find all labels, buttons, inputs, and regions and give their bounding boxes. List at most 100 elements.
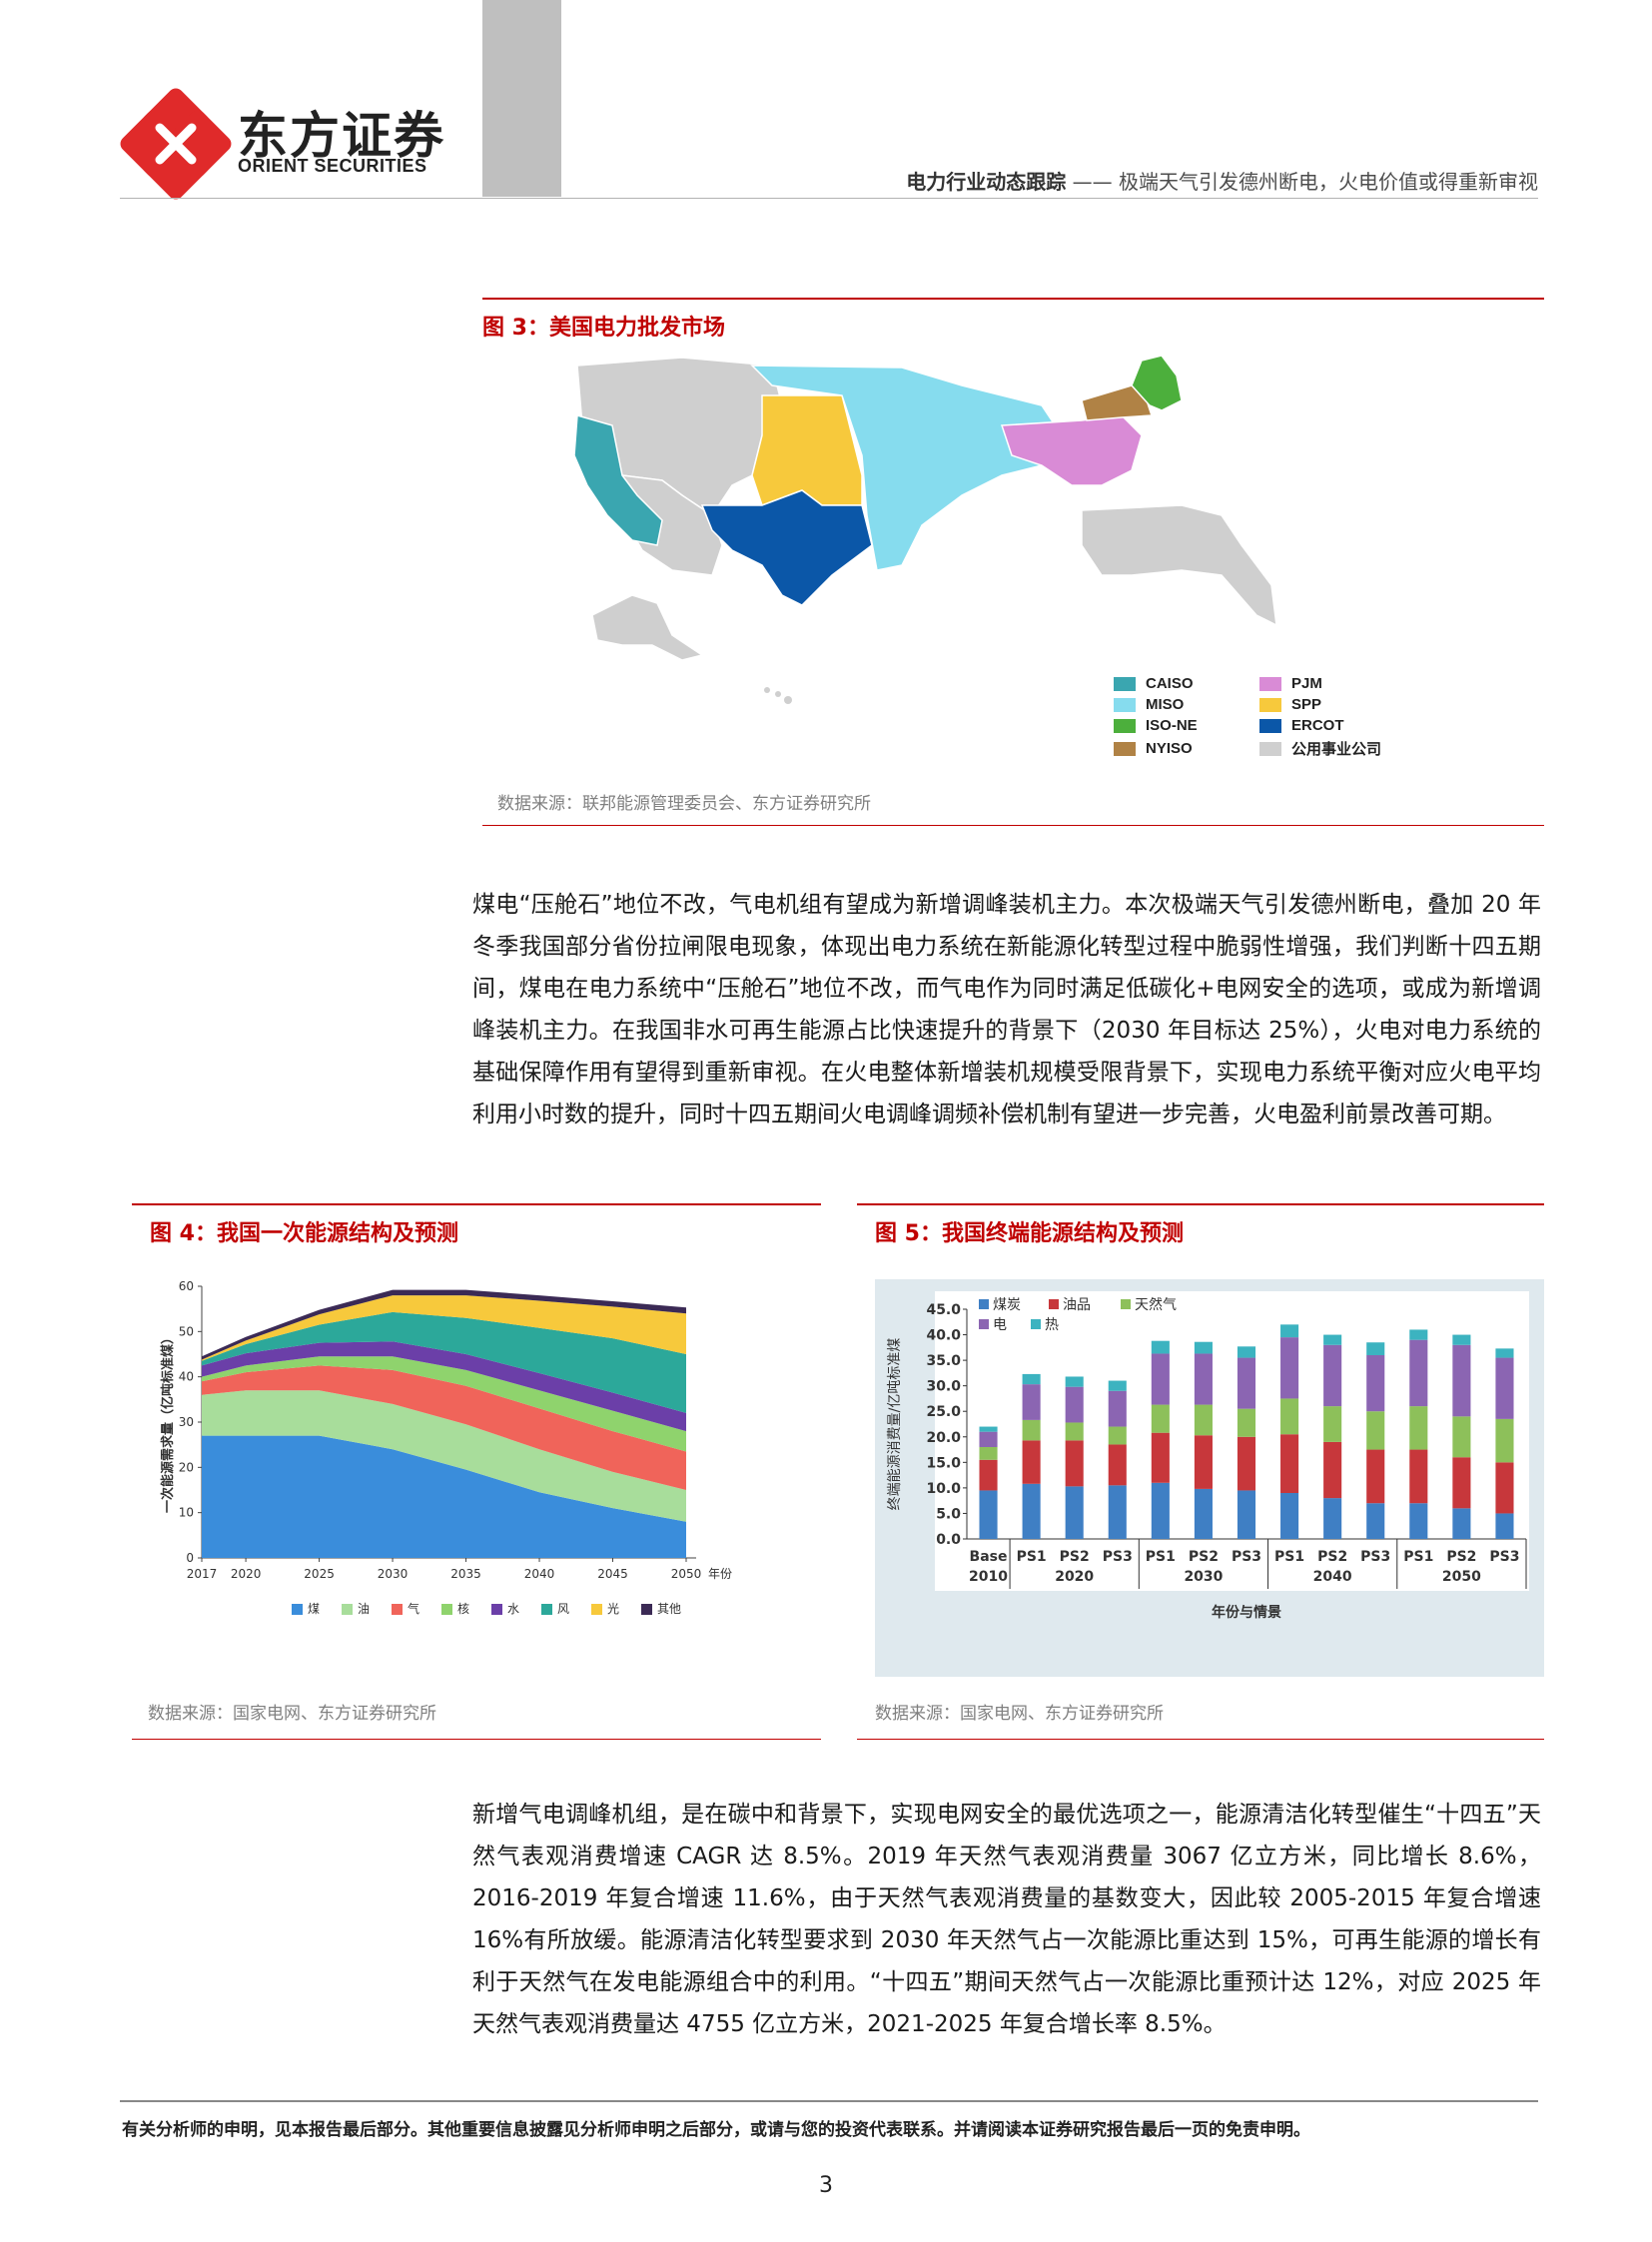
map-region-hawaii-3 <box>784 696 792 704</box>
bar-segment-1 <box>1237 1490 1256 1539</box>
bar-segment-1 <box>1495 1513 1514 1539</box>
figure-4-top-rule <box>132 1203 821 1205</box>
legend-label-2: 油品 <box>1063 1297 1091 1313</box>
x-tick-label: 2045 <box>597 1567 628 1581</box>
legend-label-1: 煤 <box>308 1602 320 1616</box>
bar-segment-5 <box>1452 1334 1471 1345</box>
bar-segment-5 <box>1065 1376 1084 1387</box>
bar-segment-5 <box>1022 1373 1041 1385</box>
bar-segment-4 <box>1409 1339 1428 1407</box>
figure-4-source: 数据来源：国家电网、东方证券研究所 <box>148 1704 436 1724</box>
y-tick-label: 0.0 <box>936 1532 961 1548</box>
y-tick-label: 30.0 <box>926 1379 961 1395</box>
footer-divider <box>120 2100 1538 2102</box>
bar-segment-3 <box>979 1447 998 1460</box>
bar-segment-1 <box>1323 1498 1342 1539</box>
category-label: PS3 <box>1360 1549 1390 1565</box>
bar-segment-2 <box>1194 1435 1213 1489</box>
legend-swatch-ercot <box>1259 718 1281 733</box>
figure-3-source: 数据来源：联邦能源管理委员会、东方证券研究所 <box>497 794 871 814</box>
category-label: PS3 <box>1489 1549 1519 1565</box>
figure-5-bottom-rule <box>857 1739 1544 1740</box>
legend-swatch-3 <box>1121 1299 1131 1309</box>
legend-swatch-iso-ne <box>1114 718 1136 733</box>
legend-label-3: 气 <box>408 1601 419 1616</box>
y-tick-label: 20 <box>179 1460 194 1474</box>
bar-segment-3 <box>1452 1416 1471 1458</box>
x-tick-label: 2030 <box>378 1567 409 1581</box>
bar-segment-4 <box>1022 1384 1041 1420</box>
figure-3-top-rule <box>482 298 1544 300</box>
category-label: PS3 <box>1103 1549 1133 1565</box>
bar-segment-2 <box>1452 1457 1471 1509</box>
bar-segment-4 <box>1495 1357 1514 1419</box>
bar-segment-2 <box>1151 1432 1170 1483</box>
figure-5-source: 数据来源：国家电网、东方证券研究所 <box>875 1704 1164 1724</box>
legend-item-iso-ne: ISO-NE <box>1114 717 1243 734</box>
y-tick-label: 60 <box>179 1279 194 1293</box>
map-region-pjm <box>1000 414 1143 486</box>
group-label: 2030 <box>1184 1569 1223 1585</box>
bar-segment-4 <box>1366 1355 1385 1412</box>
y-tick-label: 0 <box>186 1551 194 1565</box>
bar-segment-3 <box>1108 1426 1127 1445</box>
page-number: 3 <box>819 2173 833 2198</box>
legend-swatch-caiso <box>1114 676 1136 691</box>
x-axis-label: 年份与情景 <box>1212 1604 1281 1621</box>
legend-label-8: 其他 <box>657 1602 681 1616</box>
legend-item-caiso: CAISO <box>1114 675 1243 692</box>
body-paragraph-2: 新增气电调峰机组，是在碳中和背景下，实现电网安全的最优选项之一，能源清洁化转型催… <box>472 1802 1541 2037</box>
map-region-utilities-southeast <box>1081 504 1277 627</box>
bar-segment-3 <box>1194 1404 1213 1436</box>
bar-segment-4 <box>1280 1337 1299 1399</box>
bar-segment-1 <box>1194 1488 1213 1539</box>
bar-segment-5 <box>1237 1346 1256 1358</box>
x-tick-label: 2025 <box>304 1567 335 1581</box>
y-axis-label: 终端能源消费量/亿吨标准煤 <box>887 1338 903 1511</box>
figure-4-bottom-rule <box>132 1739 821 1740</box>
final-energy-bar-chart: 0.0 5.0 10.0 15.0 20.0 25.0 30.0 35.0 40.0 45.0 终端… <box>875 1279 1544 1677</box>
category-label: PS2 <box>1317 1549 1347 1565</box>
legend-swatch-2 <box>1049 1299 1059 1309</box>
map-region-hawaii-1 <box>764 687 770 693</box>
figure-5-title: 图 5：我国终端能源结构及预测 <box>875 1221 1184 1246</box>
map-region-spp <box>751 394 863 506</box>
x-tick-label: 2035 <box>450 1567 481 1581</box>
legend-swatch-2 <box>342 1604 353 1615</box>
y-tick-label: 40.0 <box>926 1328 961 1344</box>
category-label: PS1 <box>1274 1549 1304 1565</box>
y-tick-label: 25.0 <box>926 1404 961 1420</box>
header-divider <box>120 198 1538 199</box>
bar-segment-1 <box>1022 1483 1041 1539</box>
bar-segment-1 <box>1452 1508 1471 1539</box>
legend-label-6: 风 <box>557 1602 569 1616</box>
bar-segment-2 <box>1280 1434 1299 1493</box>
figure-3-bottom-rule <box>482 825 1544 826</box>
legend-item-pjm: PJM <box>1259 675 1389 692</box>
legend-label-5: 水 <box>507 1602 519 1616</box>
bar-segment-4 <box>1065 1386 1084 1423</box>
category-label: PS2 <box>1446 1549 1476 1565</box>
map-legend: CAISO PJM MISO SPP ISO-NE ERCOT NYISO 公用… <box>1114 675 1413 759</box>
legend-swatch-1 <box>292 1604 303 1615</box>
bar-segment-3 <box>1151 1404 1170 1433</box>
x-tick-label: 2050 <box>671 1567 702 1581</box>
legend-swatch-spp <box>1259 697 1281 712</box>
bar-segment-3 <box>1366 1411 1385 1450</box>
y-tick-label: 40 <box>179 1370 194 1384</box>
legend-swatch-7 <box>591 1604 602 1615</box>
legend-label-1: 煤炭 <box>993 1297 1021 1313</box>
legend-swatch-nyiso <box>1114 741 1136 756</box>
bar-segment-5 <box>1108 1380 1127 1391</box>
bar-segment-2 <box>1237 1436 1256 1491</box>
bar-segment-4 <box>1323 1344 1342 1407</box>
figure-4-title: 图 4：我国一次能源结构及预测 <box>150 1221 458 1246</box>
bar-segment-2 <box>979 1459 998 1491</box>
report-title: —— 极端天气引发德州断电，火电价值或得重新审视 <box>1072 170 1538 194</box>
bar-segment-3 <box>1495 1418 1514 1463</box>
category-label: PS1 <box>1146 1549 1176 1565</box>
legend-label-7: 光 <box>607 1602 619 1616</box>
bar-segment-1 <box>1065 1486 1084 1539</box>
bar-segment-1 <box>1108 1485 1127 1539</box>
category-label: PS1 <box>1017 1549 1047 1565</box>
